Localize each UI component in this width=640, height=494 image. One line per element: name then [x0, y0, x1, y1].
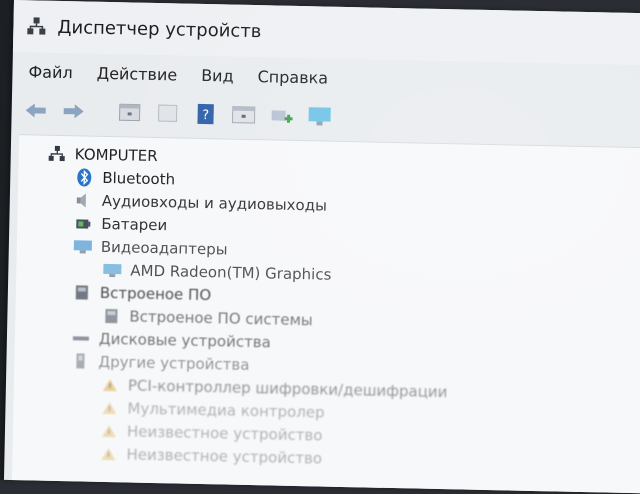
- help-button[interactable]: ?: [191, 100, 220, 129]
- back-button[interactable]: [21, 96, 50, 125]
- tree-item-label: Дисковые устройства: [98, 329, 272, 351]
- help-icon: ?: [197, 103, 214, 125]
- tree-item-label: Неизвестное устройство: [126, 421, 323, 445]
- tree-item-label: AMD Radeon(TM) Graphics: [130, 260, 332, 284]
- warning-icon: [98, 444, 118, 462]
- warning-icon: [99, 421, 119, 439]
- forward-button[interactable]: [59, 97, 88, 126]
- firmware-icon: [72, 283, 92, 301]
- tree-item-label: Встроеное ПО системы: [129, 306, 313, 329]
- update-driver-button[interactable]: [153, 99, 182, 128]
- back-icon: [25, 103, 46, 118]
- audio-icon: [74, 191, 94, 209]
- bluetooth-icon: [74, 168, 94, 187]
- tree-root-label: KOMPUTER: [74, 144, 158, 165]
- tree-item-label: Bluetooth: [102, 168, 176, 188]
- scan-hardware-button[interactable]: [267, 101, 296, 130]
- toolbar-separator: [97, 98, 106, 126]
- battery-icon: [73, 214, 93, 232]
- tree-item-label: Видеоадаптеры: [100, 237, 228, 259]
- svg-text:?: ?: [202, 108, 209, 123]
- view-button[interactable]: [229, 101, 258, 130]
- properties-icon: [118, 103, 141, 122]
- other-devices-icon: [70, 352, 90, 370]
- display-adapter-icon: [73, 237, 93, 255]
- update-driver-icon: [157, 104, 178, 122]
- view-icon: [231, 106, 256, 124]
- tree-item-label: Встроеное ПО: [99, 283, 212, 304]
- menu-file[interactable]: Файл: [26, 60, 75, 84]
- window-title: Диспетчер устройств: [57, 16, 262, 42]
- device-manager-app-icon: [25, 15, 47, 37]
- disk-icon: [71, 329, 91, 347]
- menu-help[interactable]: Справка: [255, 65, 330, 90]
- tree-item-label: Аудиовходы и аудиовыходы: [101, 191, 328, 215]
- device-manager-window: Диспетчер устройств Файл Действие Вид Сп…: [3, 0, 640, 494]
- tree-item-label: Другие устройства: [98, 352, 250, 374]
- tree-item-label: Мультимедиа контролер: [127, 398, 325, 422]
- computer-icon: [47, 144, 67, 162]
- properties-button[interactable]: [115, 98, 144, 127]
- monitor-button[interactable]: [305, 102, 334, 131]
- tree-item-label: Батареи: [101, 214, 168, 234]
- device-tree: KOMPUTER Bluetooth Аудиовходы и аудиовых…: [11, 134, 640, 494]
- scan-hardware-icon: [271, 110, 293, 123]
- warning-icon: [99, 398, 119, 416]
- menu-view[interactable]: Вид: [199, 63, 236, 87]
- forward-icon: [63, 104, 84, 119]
- gpu-icon: [102, 260, 122, 278]
- firmware-icon: [101, 306, 121, 324]
- tree-item-label: Неизвестное устройство: [126, 444, 323, 468]
- warning-icon: [100, 375, 120, 393]
- menu-action[interactable]: Действие: [94, 61, 179, 86]
- monitor-icon: [308, 107, 331, 126]
